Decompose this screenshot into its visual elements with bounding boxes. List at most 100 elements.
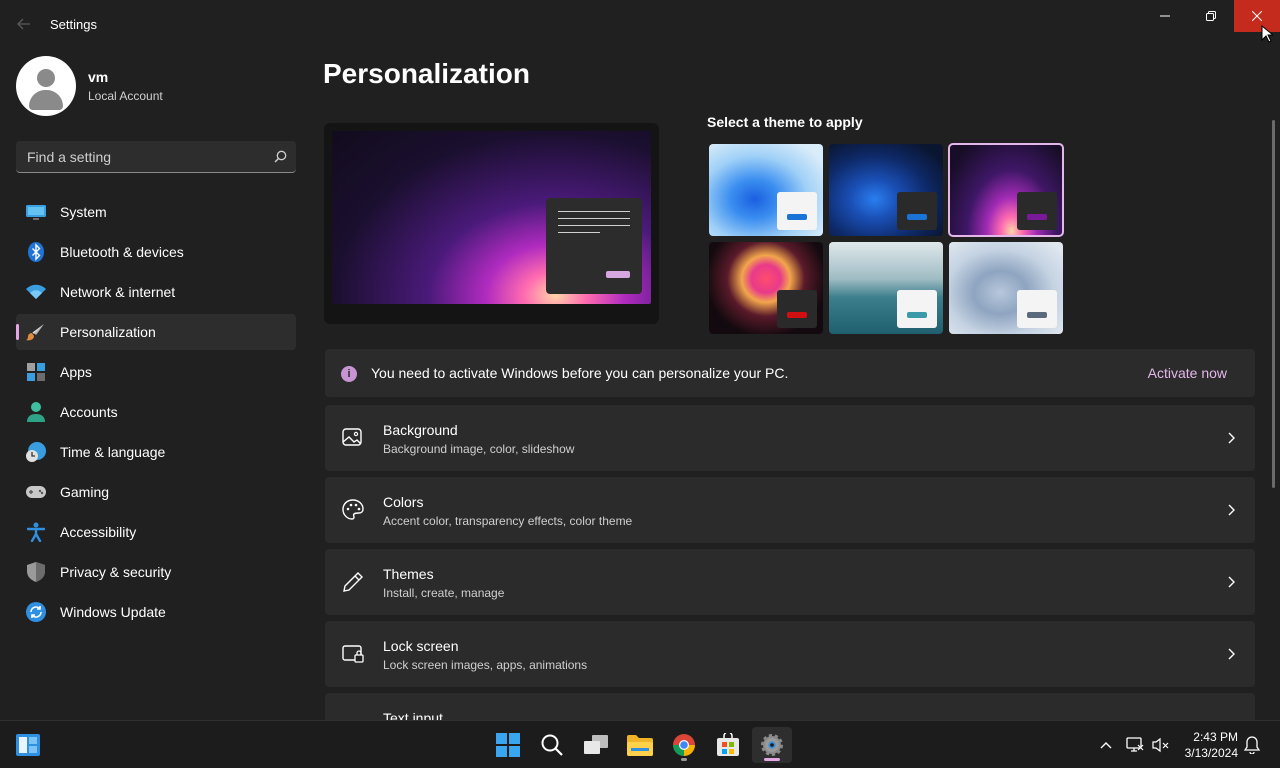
sidebar-item-accessibility[interactable]: Accessibility (16, 514, 296, 550)
card-title: Themes (383, 566, 434, 582)
card-title: Text input (383, 710, 443, 720)
account-type: Local Account (88, 89, 163, 103)
gamepad-icon (26, 482, 46, 502)
sidebar-item-label: Gaming (60, 484, 110, 500)
theme-windows-dark[interactable] (829, 144, 943, 236)
card-subtitle: Background image, color, slideshow (383, 442, 575, 456)
theme-section-label: Select a theme to apply (707, 114, 863, 130)
pen-icon (343, 572, 363, 592)
sidebar-item-apps[interactable]: Apps (16, 354, 296, 390)
card-background[interactable]: Background Background image, color, slid… (325, 405, 1255, 471)
sidebar-item-system[interactable]: System (16, 194, 296, 230)
search-placeholder: Find a setting (27, 148, 112, 165)
taskbar-clock[interactable]: 2:43 PM 3/13/2024 (1180, 729, 1238, 761)
apps-icon (26, 362, 46, 382)
volume-muted-icon (1152, 737, 1169, 753)
image-icon (342, 428, 362, 446)
store-icon (717, 733, 739, 756)
sidebar-item-privacy-security[interactable]: Privacy & security (16, 554, 296, 590)
widgets-button[interactable] (8, 727, 48, 763)
back-button[interactable] (10, 10, 38, 38)
sidebar-item-label: Personalization (60, 324, 156, 340)
info-icon: i (341, 366, 357, 382)
sidebar-item-gaming[interactable]: Gaming (16, 474, 296, 510)
search-icon[interactable] (264, 150, 296, 163)
chevron-up-icon (1100, 742, 1112, 749)
palette-icon (342, 499, 364, 520)
sidebar-item-windows-update[interactable]: Windows Update (16, 594, 296, 630)
task-view-button[interactable] (576, 727, 616, 763)
card-subtitle: Install, create, manage (383, 586, 505, 600)
card-subtitle: Accent color, transparency effects, colo… (383, 514, 633, 528)
theme-flow[interactable] (949, 242, 1063, 334)
update-icon (26, 602, 46, 622)
card-title: Colors (383, 494, 424, 510)
activate-now-link[interactable]: Activate now (1148, 365, 1227, 381)
lock-screen-icon (342, 645, 364, 663)
chevron-right-icon (1228, 648, 1235, 660)
file-explorer-button[interactable] (620, 727, 660, 763)
sidebar-item-label: Accounts (60, 404, 118, 420)
system-icon (26, 202, 46, 222)
sidebar-item-label: Apps (60, 364, 92, 380)
chrome-button[interactable] (664, 727, 704, 763)
minimize-icon (1160, 15, 1170, 17)
widgets-icon (16, 734, 40, 756)
card-lock-screen[interactable]: Lock screen Lock screen images, apps, an… (325, 621, 1255, 687)
clock-date: 3/13/2024 (1184, 746, 1238, 760)
page-title: Personalization (323, 58, 530, 89)
settings-taskbar-button[interactable] (752, 727, 792, 763)
notifications-button[interactable] (1243, 736, 1261, 759)
activation-notice: i You need to activate Windows before yo… (325, 349, 1255, 397)
card-themes[interactable]: Themes Install, create, manage (325, 549, 1255, 615)
restore-icon (1206, 11, 1216, 21)
close-button[interactable] (1234, 0, 1280, 32)
network-status-button[interactable] (1122, 737, 1148, 753)
sidebar-item-bluetooth[interactable]: Bluetooth & devices (16, 234, 296, 270)
card-subtitle: Lock screen images, apps, animations (383, 658, 588, 672)
card-colors[interactable]: Colors Accent color, transparency effect… (325, 477, 1255, 543)
preview-window (546, 198, 642, 294)
user-name: vm (88, 69, 109, 85)
accounts-icon (26, 402, 46, 422)
card-title: Lock screen (383, 638, 459, 654)
show-hidden-icons-button[interactable] (1096, 740, 1116, 750)
theme-sunrise[interactable] (829, 242, 943, 334)
sidebar-item-time-language[interactable]: Time & language (16, 434, 296, 470)
minimize-button[interactable] (1142, 0, 1188, 32)
microsoft-store-button[interactable] (708, 727, 748, 763)
close-icon (1252, 11, 1262, 21)
chrome-icon (673, 734, 695, 756)
start-button[interactable] (488, 727, 528, 763)
windows-logo-icon (496, 733, 520, 757)
sidebar-item-network[interactable]: Network & internet (16, 274, 296, 310)
task-view-icon (584, 735, 608, 754)
card-text-input[interactable]: Text input (325, 693, 1255, 720)
sidebar-item-personalization[interactable]: Personalization (16, 314, 296, 350)
chevron-right-icon (1228, 576, 1235, 588)
folder-icon (627, 735, 653, 756)
notification-bell-icon (1243, 736, 1261, 755)
app-title: Settings (50, 17, 97, 32)
restore-button[interactable] (1188, 0, 1234, 32)
mouse-cursor-icon (1261, 25, 1273, 43)
sidebar-item-label: Windows Update (60, 604, 166, 620)
card-title: Background (383, 422, 458, 438)
gear-icon (761, 734, 783, 756)
globe-clock-icon (26, 442, 46, 462)
user-profile[interactable]: vm Local Account (16, 56, 163, 116)
activation-message: You need to activate Windows before you … (371, 365, 789, 381)
search-input[interactable]: Find a setting (16, 141, 296, 173)
scrollbar[interactable] (1272, 120, 1275, 488)
chevron-right-icon (1228, 504, 1235, 516)
theme-captured-motion[interactable] (709, 242, 823, 334)
theme-glow[interactable] (948, 143, 1064, 237)
sidebar-nav: System Bluetooth & devices Network & int… (16, 194, 296, 634)
chevron-right-icon (1228, 432, 1235, 444)
volume-button[interactable] (1148, 737, 1174, 753)
theme-windows-light[interactable] (709, 144, 823, 236)
taskbar-search-button[interactable] (532, 727, 572, 763)
sidebar-item-label: System (60, 204, 107, 220)
network-icon (1126, 737, 1144, 752)
sidebar-item-accounts[interactable]: Accounts (16, 394, 296, 430)
